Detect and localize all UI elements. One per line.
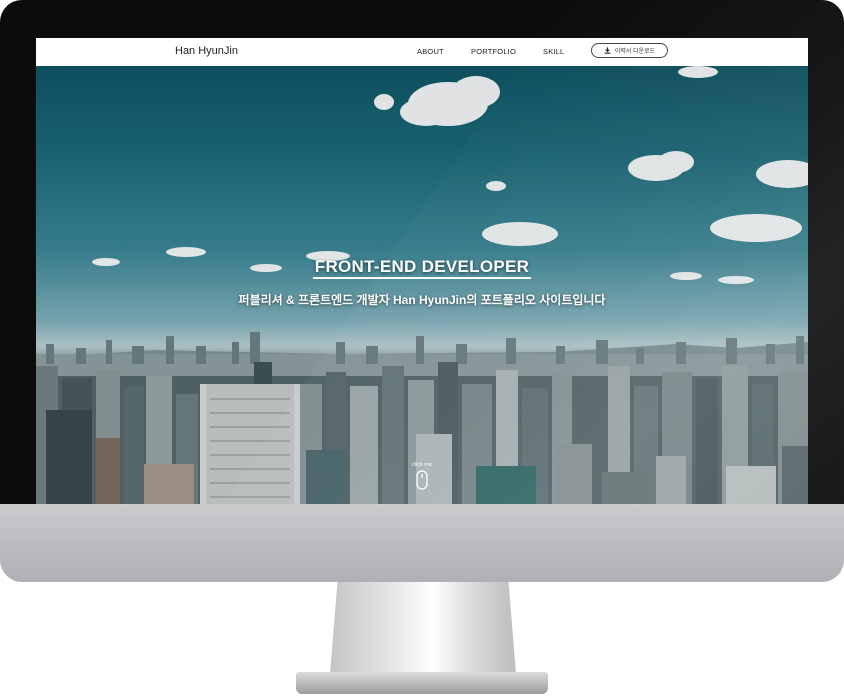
download-icon <box>604 47 611 54</box>
scroll-hint-label: click me <box>412 462 432 468</box>
monitor-bezel: Han HyunJin ABOUT PORTFOLIO SKILL 이력서 다운… <box>0 0 844 504</box>
scroll-down-hint[interactable]: click me <box>402 462 442 490</box>
monitor-stand-base <box>296 672 548 694</box>
hero-subtitle: 퍼블리셔 & 프론트엔드 개발자 Han HyunJin의 포트폴리오 사이트입… <box>238 293 606 307</box>
hero-title-text: FRONT-END DEVELOPER <box>312 257 532 279</box>
monitor-stand-neck <box>330 582 516 674</box>
monitor-screen: Han HyunJin ABOUT PORTFOLIO SKILL 이력서 다운… <box>36 38 808 504</box>
city-skyline-background <box>36 66 808 504</box>
top-navbar: Han HyunJin ABOUT PORTFOLIO SKILL 이력서 다운… <box>36 38 808 66</box>
nav-link-about[interactable]: ABOUT <box>417 47 444 56</box>
nav-link-skill[interactable]: SKILL <box>543 47 564 56</box>
resume-download-button[interactable]: 이력서 다운로드 <box>591 43 668 58</box>
site-logo[interactable]: Han HyunJin <box>175 45 238 57</box>
hero-section: FRONT-END DEVELOPER 퍼블리셔 & 프론트엔드 개발자 Han… <box>36 66 808 504</box>
mouse-icon <box>416 470 428 490</box>
nav-link-portfolio[interactable]: PORTFOLIO <box>471 47 516 56</box>
hero-title: FRONT-END DEVELOPER <box>36 257 808 279</box>
monitor-chin <box>0 504 844 582</box>
resume-button-label: 이력서 다운로드 <box>614 49 656 55</box>
